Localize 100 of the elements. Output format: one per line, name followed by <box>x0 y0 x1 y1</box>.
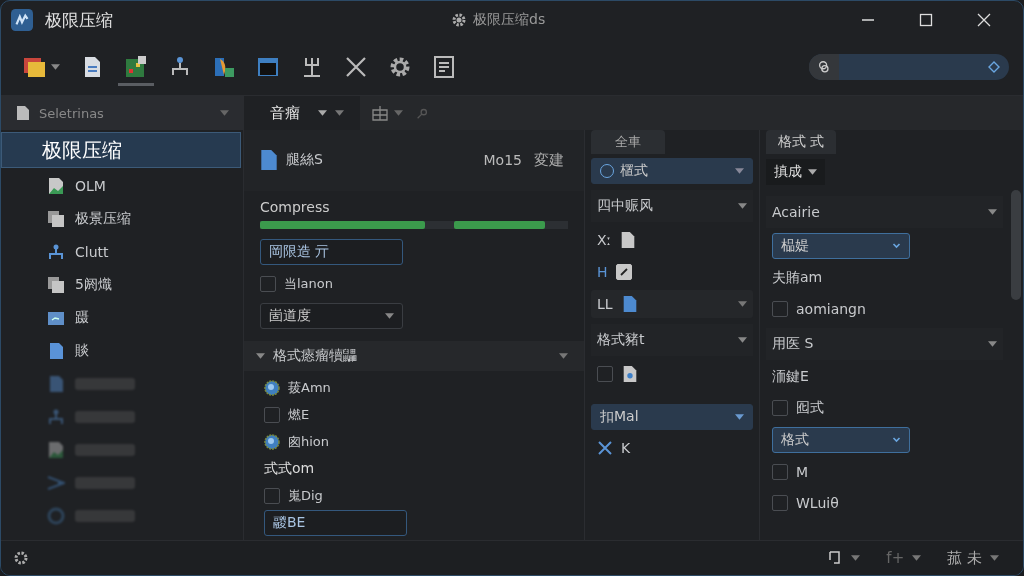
sidebar-header-label: Seletrinas <box>39 105 105 121</box>
progress-label: Compress <box>260 198 331 215</box>
checkbox[interactable] <box>264 488 280 504</box>
checkbox[interactable] <box>772 495 788 511</box>
caret-icon <box>220 110 229 116</box>
ring-icon <box>47 506 65 525</box>
checkbox[interactable] <box>264 407 280 423</box>
checkbox[interactable] <box>772 400 788 416</box>
check-mark-icon <box>618 267 629 277</box>
select-field[interactable]: 榀媞 <box>772 233 910 259</box>
checkbox-label: 当lanon <box>284 274 333 293</box>
key-icon[interactable] <box>415 106 429 120</box>
image-file-icon <box>47 440 65 459</box>
panel-tab[interactable]: 全車 <box>591 130 665 154</box>
sidebar-item[interactable]: OLM <box>1 170 243 201</box>
section-header[interactable]: 格式瘱瘤犢鼺 <box>244 340 584 371</box>
sidebar-item[interactable]: 5阏熾 <box>1 269 243 300</box>
checkbox-label: WLuiθ <box>796 495 839 511</box>
checkbox[interactable] <box>260 275 276 292</box>
caret-icon <box>738 301 747 307</box>
select-value: 㯰式 <box>620 162 649 180</box>
scissors-icon <box>47 473 65 492</box>
sidebar-item[interactable]: 蹑 <box>1 302 243 333</box>
caret-icon <box>912 555 922 561</box>
checkbox-label: M <box>796 464 809 480</box>
diamond-icon <box>988 61 1000 73</box>
text-field[interactable]: 鬷BE <box>264 510 407 536</box>
caret-icon <box>808 169 817 175</box>
row-label: LL <box>597 296 613 312</box>
item-label: 囪hion <box>288 433 330 451</box>
caret-icon <box>988 341 997 347</box>
caret-icon <box>990 555 999 561</box>
globe-icon <box>264 434 280 450</box>
item-label: 菝Amn <box>288 379 331 397</box>
select-field[interactable]: 崮道度 <box>260 302 403 329</box>
row-label: K <box>621 440 631 456</box>
cross-icon <box>597 440 613 456</box>
document-title: 极限压缩ds <box>473 11 546 29</box>
search-icon <box>817 60 831 74</box>
checkbox[interactable] <box>772 464 788 480</box>
caret-icon <box>394 110 403 116</box>
copy-icon <box>47 275 65 294</box>
caret-icon <box>738 203 747 209</box>
globe-icon <box>264 380 280 396</box>
checkbox-label: 燃E <box>288 406 310 424</box>
image-file-icon <box>47 176 65 195</box>
caret-icon <box>735 414 744 420</box>
checkbox-label: aomiangn <box>796 301 866 317</box>
sidebar-item[interactable]: 极限压缩 <box>1 132 241 168</box>
settings-icon[interactable] <box>13 550 29 566</box>
sidebar-item[interactable]: 极景压缩 <box>1 203 243 234</box>
file-name: 腿絲S <box>286 151 324 170</box>
chevron-icon <box>892 243 901 249</box>
caret-icon <box>256 352 265 359</box>
window-title: 极限压缩 <box>45 8 113 32</box>
checkbox[interactable] <box>772 301 788 317</box>
chevron-icon <box>892 437 901 443</box>
document-icon <box>15 105 31 121</box>
caret-icon <box>559 352 568 359</box>
maximize-icon <box>919 13 933 27</box>
caret-icon <box>385 312 394 319</box>
network-icon <box>47 407 65 426</box>
row-label: Xː <box>597 232 612 248</box>
grid-icon <box>124 54 148 79</box>
file-icon <box>260 149 278 172</box>
select-field[interactable]: 扣Mal <box>591 404 753 430</box>
dropdown-button[interactable]: 搷成 <box>766 159 825 185</box>
list-icon <box>432 54 456 79</box>
scissors-icon <box>344 54 368 79</box>
close-icon <box>977 13 991 27</box>
network-icon <box>47 242 65 261</box>
row-label: 洏鍵E <box>772 368 809 386</box>
document-icon <box>47 374 65 393</box>
dropdown-row[interactable]: LL <box>591 290 753 318</box>
sidebar-item[interactable]: Clutt <box>1 236 243 267</box>
row-label: H <box>597 264 608 280</box>
caret-icon <box>738 337 747 343</box>
panel-tab[interactable]: 格式 式 <box>766 130 837 154</box>
file-icon <box>621 365 639 383</box>
sidebar-item[interactable]: 賧 <box>1 335 243 366</box>
file-meta: Mo15 <box>483 152 522 169</box>
status-menu-button[interactable]: 菰 未 <box>941 548 1005 568</box>
caret-icon <box>51 63 60 70</box>
caret-icon <box>851 555 861 561</box>
select-field[interactable]: 格式 <box>772 427 910 453</box>
search-field[interactable] <box>809 54 1009 80</box>
caret-icon <box>988 209 997 215</box>
select-field[interactable]: 㯰式 <box>591 158 753 184</box>
sidebar-header[interactable]: Seletrinas <box>1 96 243 130</box>
layout-icon <box>372 105 388 121</box>
item-label: 式式om <box>264 460 315 478</box>
app-logo-icon <box>11 9 33 31</box>
content-tab[interactable]: 音瘤 <box>244 96 360 130</box>
name-field[interactable]: 岡限造 亓 <box>260 238 403 265</box>
caret-icon <box>735 168 744 174</box>
row-label: 夫賄am <box>772 269 823 287</box>
checkbox-label: 嵬Dig <box>288 487 323 505</box>
checkbox[interactable] <box>597 366 613 382</box>
action-button[interactable]: 変建 <box>530 150 568 170</box>
checkbox-label: 囮式 <box>796 399 824 417</box>
